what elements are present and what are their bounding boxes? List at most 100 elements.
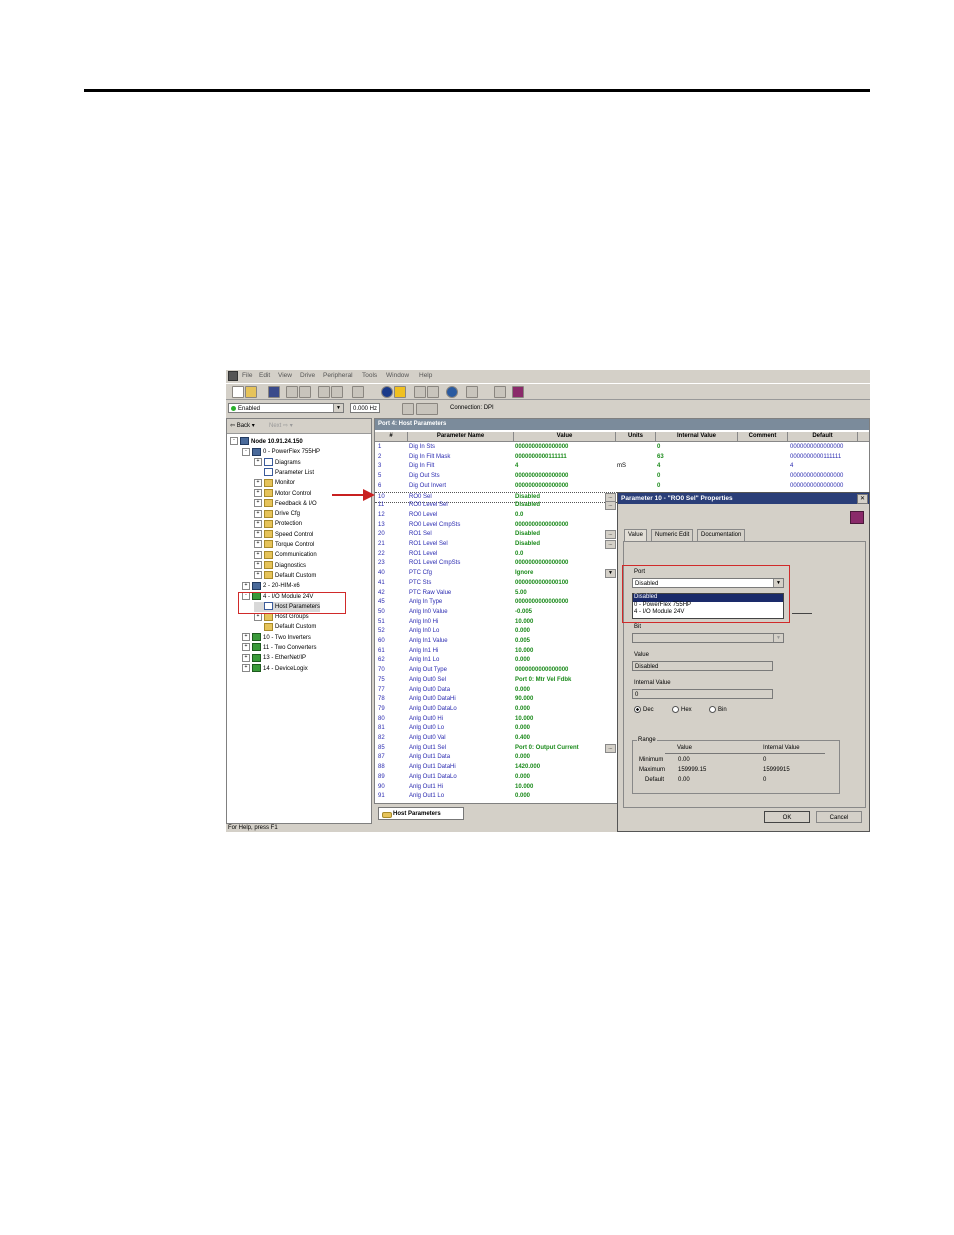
next-button[interactable]: Next ⇨ ▾ xyxy=(269,422,293,429)
wizard-icon[interactable] xyxy=(466,386,478,398)
param-value[interactable]: 0.000 xyxy=(515,705,530,715)
col-internal-value[interactable]: Internal Value xyxy=(656,432,738,441)
menu-edit[interactable]: Edit xyxy=(259,372,270,379)
menu-drive[interactable]: Drive xyxy=(300,372,315,379)
param-value[interactable]: 10.000 xyxy=(515,618,533,628)
param-value[interactable]: 0000000000000000 xyxy=(515,472,568,482)
back-button[interactable]: ⇦ Back ▾ xyxy=(230,422,255,429)
expand-icon[interactable]: + xyxy=(254,530,262,539)
param-value[interactable]: 10.000 xyxy=(515,715,533,725)
param-value[interactable]: 4 xyxy=(515,462,518,472)
param-value[interactable]: 0.000 xyxy=(515,627,530,637)
table-row[interactable]: 5 Dig Out Sts 0000000000000000 0 00000000000… xyxy=(375,472,869,482)
param-value[interactable]: 0.000 xyxy=(515,792,530,802)
col-name[interactable]: Parameter Name xyxy=(408,432,514,441)
tree-node[interactable]: +10 - Two Inverters xyxy=(242,633,311,643)
collapse-icon[interactable]: - xyxy=(242,447,250,456)
chevron-down-icon[interactable]: ▼ xyxy=(605,569,616,579)
param-value[interactable]: 10.000 xyxy=(515,783,533,793)
param-value[interactable]: 0.000 xyxy=(515,724,530,734)
param-value[interactable]: 0000000000000000 xyxy=(515,521,568,531)
tree-node[interactable]: + Speed Control xyxy=(254,530,313,540)
param-value[interactable]: 1420.000 xyxy=(515,763,540,773)
col-comment[interactable]: Comment xyxy=(738,432,788,441)
tree-node[interactable]: + Torque Control xyxy=(254,540,314,550)
expand-icon[interactable]: + xyxy=(254,519,262,528)
tree-node[interactable]: +11 - Two Converters xyxy=(242,643,316,653)
table-row[interactable]: 3 Dig In Filt 4 mS 4 4 xyxy=(375,462,869,472)
param-value[interactable]: Disabled xyxy=(515,540,540,550)
ellipsis-button[interactable]: ... xyxy=(605,540,616,549)
expand-icon[interactable]: + xyxy=(254,509,262,518)
menu-tools[interactable]: Tools xyxy=(362,372,377,379)
param-value[interactable]: Disabled xyxy=(515,501,540,511)
tree-node[interactable]: +13 - EtherNet/IP xyxy=(242,653,306,663)
param-value[interactable]: 10.000 xyxy=(515,647,533,657)
param-value[interactable]: 0.0 xyxy=(515,550,523,560)
radio-bin[interactable]: Bin xyxy=(709,706,727,713)
expand-icon[interactable]: + xyxy=(254,550,262,559)
tree-node[interactable]: + Motor Control xyxy=(254,488,311,499)
param-value[interactable]: 0.000 xyxy=(515,656,530,666)
undo-icon[interactable] xyxy=(318,386,330,398)
download-icon[interactable] xyxy=(427,386,439,398)
param-value[interactable]: 0.000 xyxy=(515,686,530,696)
param-value[interactable]: Port 0: Output Current xyxy=(515,744,579,754)
ellipsis-button[interactable]: ... xyxy=(605,501,616,511)
col-num[interactable]: # xyxy=(375,432,408,441)
save-icon[interactable] xyxy=(268,386,280,398)
print-preview-icon[interactable] xyxy=(299,386,311,398)
param-value[interactable]: -0.005 xyxy=(515,608,532,618)
col-value[interactable]: Value xyxy=(514,432,616,441)
menu-view[interactable]: View xyxy=(278,372,292,379)
tree-node[interactable]: - 0 - PowerFlex 755HP xyxy=(242,447,320,457)
expand-icon[interactable]: + xyxy=(242,643,250,652)
upload-icon[interactable] xyxy=(414,386,426,398)
expand-icon[interactable]: + xyxy=(254,488,262,497)
param-value[interactable]: 5.00 xyxy=(515,589,527,599)
tree-node[interactable]: Default Custom xyxy=(254,622,316,632)
param-value[interactable]: 0000000000111111 xyxy=(515,453,567,463)
compare-icon[interactable] xyxy=(446,386,458,398)
param-value[interactable]: 0.005 xyxy=(515,637,530,647)
tab-documentation[interactable]: Documentation xyxy=(697,529,746,541)
warning-icon[interactable] xyxy=(394,386,406,398)
book-icon[interactable] xyxy=(512,386,524,398)
param-value[interactable]: 0.400 xyxy=(515,734,530,744)
tree-node[interactable]: + Communication xyxy=(254,550,317,560)
ellipsis-button[interactable]: ... xyxy=(605,530,616,540)
param-value[interactable]: Port 0: Mtr Vel Fdbk xyxy=(515,676,571,686)
collapse-icon[interactable]: - xyxy=(230,437,238,446)
ok-button[interactable]: OK xyxy=(764,811,810,823)
param-value[interactable]: 0000000000000100 xyxy=(515,579,568,589)
col-units[interactable]: Units xyxy=(616,432,656,441)
tab-host-parameters[interactable]: Host Parameters xyxy=(378,807,464,820)
param-value[interactable]: 0000000000000000 xyxy=(515,666,568,676)
tree-node[interactable]: Parameter List xyxy=(254,468,314,478)
cancel-button[interactable]: Cancel xyxy=(816,811,862,823)
ellipsis-button[interactable]: ... xyxy=(605,743,616,753)
table-row[interactable]: 2 Dig In Filt Mask 0000000000111111 63 00000… xyxy=(375,453,869,463)
drive-state-select[interactable]: Enabled ▼ xyxy=(228,403,344,413)
tree-node[interactable]: - Node 10.91.24.150 xyxy=(230,437,303,447)
param-value[interactable]: 0.000 xyxy=(515,773,530,783)
new-icon[interactable] xyxy=(232,386,244,398)
tree-node[interactable]: + Feedback & I/O xyxy=(254,499,317,509)
tab-numeric-edit[interactable]: Numeric Edit xyxy=(651,529,694,541)
tree-node[interactable]: + Diagrams xyxy=(254,458,301,468)
expand-icon[interactable]: + xyxy=(242,633,250,642)
expand-icon[interactable]: + xyxy=(254,458,262,467)
print-icon[interactable] xyxy=(286,386,298,398)
ellipsis-button[interactable]: ... xyxy=(605,492,616,502)
tree-node[interactable]: +14 - DeviceLogix xyxy=(242,664,308,674)
radio-hex[interactable]: Hex xyxy=(672,706,692,713)
table-row[interactable]: 6 Dig Out Invert 0000000000000000 0 00000000… xyxy=(375,482,869,492)
tree-node[interactable]: +2 - 20-HIM-x6 xyxy=(242,581,300,591)
help-icon[interactable] xyxy=(494,386,506,398)
param-value[interactable]: 0000000000000000 xyxy=(515,443,568,453)
expand-icon[interactable]: + xyxy=(254,478,262,487)
menu-help[interactable]: Help xyxy=(419,372,432,379)
param-value[interactable]: 0000000000000000 xyxy=(515,559,568,569)
tree-node[interactable]: + Drive Cfg xyxy=(254,509,300,519)
table-row[interactable]: 1 Dig In Sts 0000000000000000 0 000000000000… xyxy=(375,443,869,453)
